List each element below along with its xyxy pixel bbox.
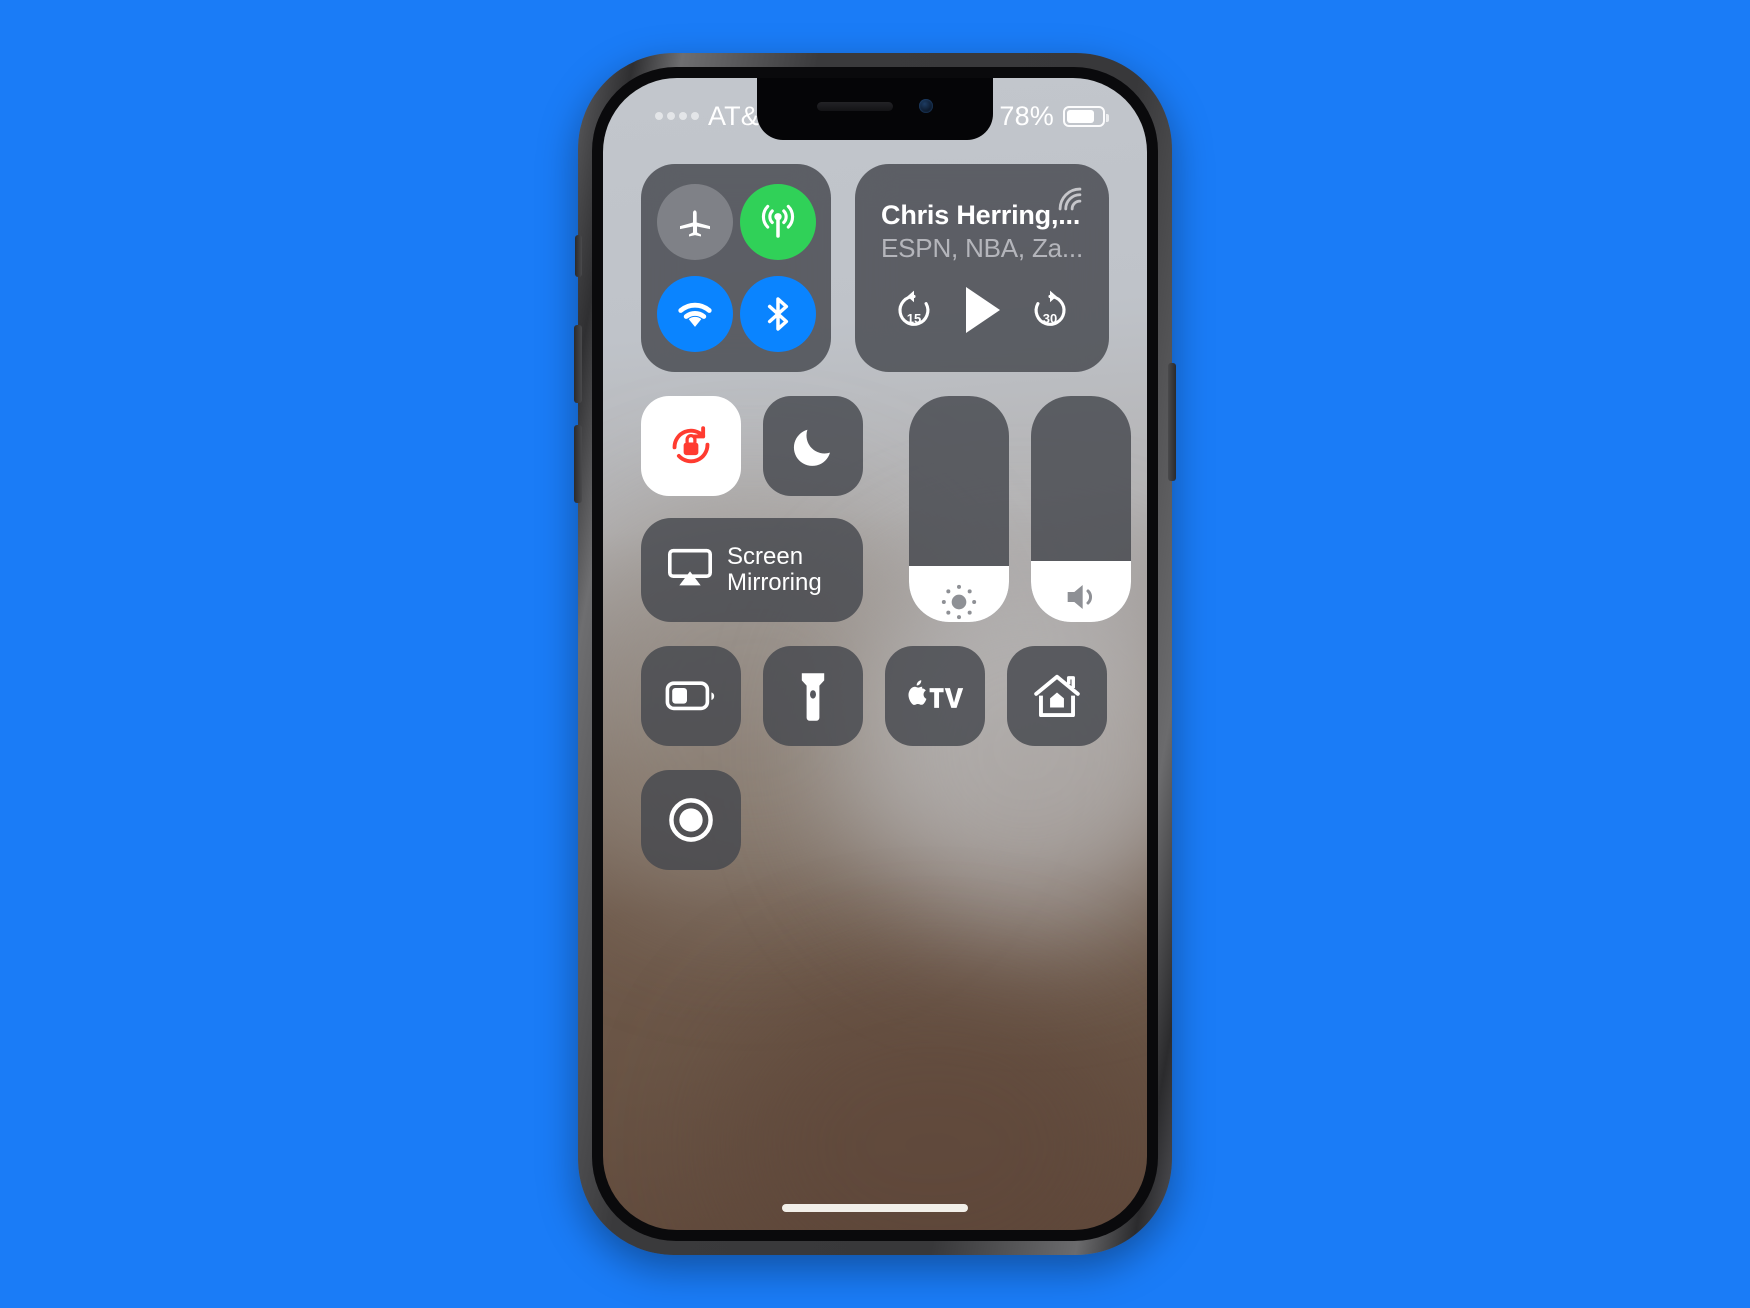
screen-recording-tile[interactable]	[641, 770, 741, 870]
airplane-mode-toggle[interactable]	[656, 184, 733, 260]
brightness-icon	[939, 582, 979, 623]
iphone-device: AT&T Wi-Fi	[574, 53, 1176, 1255]
media-subtitle: ESPN, NBA, Za...	[881, 233, 1083, 263]
home-tile[interactable]	[1007, 646, 1107, 746]
volume-down-button[interactable]	[574, 425, 582, 503]
orientation-lock-toggle[interactable]	[641, 396, 741, 496]
battery-icon	[1063, 105, 1109, 127]
signal-strength-icon	[655, 112, 699, 120]
home-icon	[1034, 674, 1080, 718]
control-center-row-1: Chris Herring,... ESPN, NBA, Za... 15 30	[641, 164, 1109, 372]
phone-screen: AT&T Wi-Fi	[603, 78, 1147, 1230]
cellular-icon	[761, 204, 794, 238]
screen-mirroring-tile[interactable]: Screen Mirroring	[641, 518, 863, 622]
control-center-row-3	[641, 646, 1109, 746]
apple-tv-icon	[908, 680, 964, 708]
mute-switch-button[interactable]	[575, 235, 582, 277]
brightness-slider[interactable]	[909, 396, 1009, 622]
low-power-mode-tile[interactable]	[641, 646, 741, 746]
battery-icon	[665, 681, 715, 711]
play-icon	[965, 287, 1000, 333]
media-player-module[interactable]: Chris Herring,... ESPN, NBA, Za... 15 30	[855, 164, 1109, 372]
phone-bezel: AT&T Wi-Fi	[592, 67, 1158, 1241]
do-not-disturb-toggle[interactable]	[763, 396, 863, 496]
screen-mirroring-label: Screen Mirroring	[727, 542, 822, 597]
play-button[interactable]	[958, 284, 1006, 336]
skip-back-label: 15	[906, 311, 922, 326]
front-camera-icon	[919, 99, 933, 113]
flashlight-icon	[801, 673, 825, 721]
screen-mirroring-line1: Screen	[727, 542, 804, 570]
skip-forward-label: 30	[1042, 311, 1058, 326]
battery-percent-label: 78%	[999, 100, 1054, 131]
notch	[757, 78, 993, 140]
home-indicator[interactable]	[782, 1204, 968, 1212]
airplay-audio-icon[interactable]	[1053, 182, 1087, 221]
sliders-group	[909, 396, 1131, 622]
screen-mirroring-line2: Mirroring	[727, 569, 822, 596]
bluetooth-toggle[interactable]	[739, 276, 816, 352]
moon-icon	[793, 429, 830, 466]
toggles-row	[641, 396, 863, 496]
control-center: Chris Herring,... ESPN, NBA, Za... 15 30…	[603, 164, 1147, 894]
apple-tv-remote-tile[interactable]	[885, 646, 985, 746]
speaker-icon	[1061, 577, 1101, 622]
skip-forward-button[interactable]: 30	[1028, 288, 1072, 332]
cellular-data-toggle[interactable]	[739, 184, 816, 260]
bluetooth-icon	[767, 297, 788, 331]
rotation-lock-icon	[672, 426, 710, 464]
wifi-icon	[677, 302, 712, 327]
connectivity-module	[641, 164, 832, 372]
skip-back-button[interactable]: 15	[892, 288, 936, 332]
control-center-row-4	[641, 770, 1109, 870]
wifi-toggle[interactable]	[656, 276, 733, 352]
earpiece-speaker-icon	[817, 101, 893, 111]
airplane-icon	[679, 210, 710, 237]
volume-slider[interactable]	[1031, 396, 1131, 622]
control-center-row-2: Screen Mirroring	[641, 396, 1131, 622]
airplay-video-icon	[667, 548, 713, 593]
wallpaper-blur	[723, 980, 1143, 1230]
flashlight-tile[interactable]	[763, 646, 863, 746]
toggles-column: Screen Mirroring	[641, 396, 863, 622]
volume-up-button[interactable]	[574, 325, 582, 403]
record-icon	[669, 798, 713, 842]
media-controls: 15 30	[881, 284, 1083, 336]
power-button[interactable]	[1168, 363, 1176, 481]
